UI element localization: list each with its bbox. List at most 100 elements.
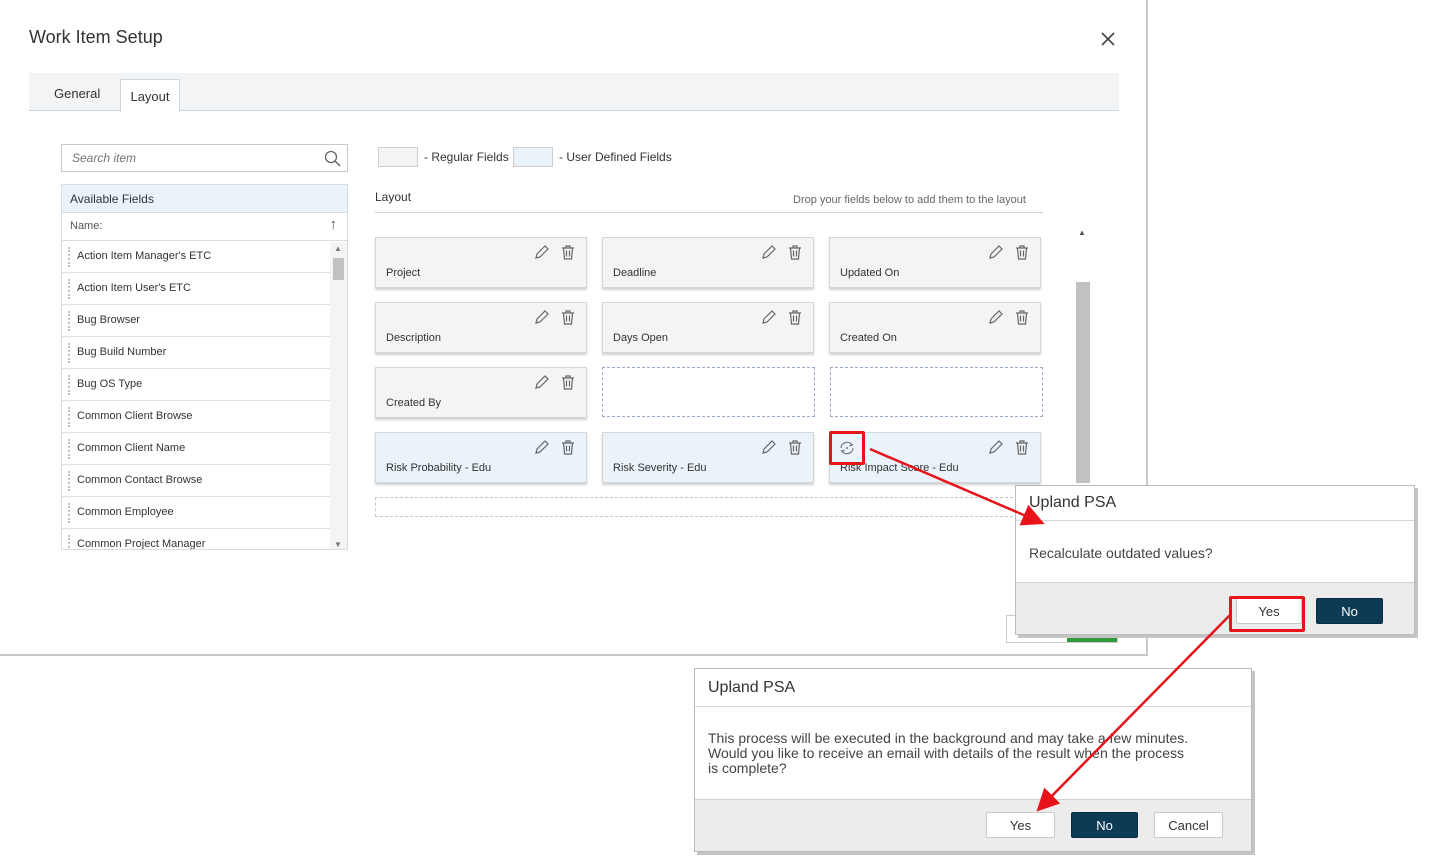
popup-title: Upland PSA bbox=[708, 679, 796, 696]
drag-handle-icon[interactable] bbox=[68, 247, 72, 267]
recalculate-popup: Upland PSA Recalculate outdated values? … bbox=[1015, 485, 1415, 635]
field-card[interactable]: Project bbox=[375, 237, 587, 288]
search-box bbox=[61, 144, 348, 172]
pencil-icon[interactable] bbox=[534, 309, 550, 325]
drag-handle-icon[interactable] bbox=[68, 311, 72, 331]
list-scrollbar[interactable]: ▲ ▼ bbox=[330, 242, 347, 549]
pencil-icon[interactable] bbox=[761, 244, 777, 260]
close-icon[interactable] bbox=[1098, 29, 1118, 49]
list-item[interactable]: Bug Build Number bbox=[62, 337, 330, 369]
trash-icon[interactable] bbox=[1014, 244, 1030, 260]
field-card[interactable]: Created By bbox=[375, 367, 587, 418]
trash-icon[interactable] bbox=[560, 244, 576, 260]
field-card[interactable]: Risk Severity - Edu bbox=[602, 432, 814, 483]
pencil-icon[interactable] bbox=[988, 309, 1004, 325]
drag-handle-icon[interactable] bbox=[68, 343, 72, 363]
regular-fields-legend: - Regular Fields bbox=[424, 150, 509, 164]
list-item[interactable]: Common Project Manager bbox=[62, 529, 330, 549]
trash-icon[interactable] bbox=[787, 439, 803, 455]
field-card-label: Updated On bbox=[840, 267, 900, 279]
field-card[interactable]: Description bbox=[375, 302, 587, 353]
drag-handle-icon[interactable] bbox=[68, 407, 72, 427]
scroll-thumb[interactable] bbox=[1076, 282, 1090, 483]
field-card[interactable]: Deadline bbox=[602, 237, 814, 288]
list-item[interactable]: Action Item User's ETC bbox=[62, 273, 330, 305]
name-column-label: Name: bbox=[70, 220, 103, 232]
layout-label: Layout bbox=[375, 190, 412, 204]
field-card[interactable]: Updated On bbox=[829, 237, 1041, 288]
list-item[interactable]: Common Employee bbox=[62, 497, 330, 529]
list-item[interactable]: Action Item Manager's ETC bbox=[62, 241, 330, 273]
name-column-header[interactable]: Name: ↑ bbox=[62, 213, 347, 241]
field-card-label: Created By bbox=[386, 397, 442, 409]
field-card-label: Risk Probability - Edu bbox=[386, 462, 492, 474]
trash-icon[interactable] bbox=[560, 439, 576, 455]
search-input[interactable] bbox=[62, 145, 302, 171]
field-card[interactable]: Risk Probability - Edu bbox=[375, 432, 587, 483]
popup-message-line: Would you like to receive an email with … bbox=[708, 745, 1184, 761]
scroll-up-icon[interactable]: ▲ bbox=[1078, 228, 1086, 237]
no-button[interactable]: No bbox=[1071, 812, 1138, 838]
empty-drop-slot[interactable] bbox=[830, 367, 1043, 417]
popup-title: Upland PSA bbox=[1029, 494, 1117, 511]
drag-handle-icon[interactable] bbox=[68, 535, 72, 549]
scroll-up-icon[interactable]: ▲ bbox=[334, 244, 342, 253]
pencil-icon[interactable] bbox=[534, 374, 550, 390]
field-card-label: Deadline bbox=[613, 267, 657, 279]
field-card-label: Days Open bbox=[613, 332, 669, 344]
new-row-drop-zone[interactable] bbox=[375, 497, 1043, 517]
tab-bar: General Layout bbox=[29, 73, 1119, 112]
available-fields-panel: Available Fields Name: ↑ Action Item Man… bbox=[61, 184, 348, 550]
cancel-button[interactable]: Cancel bbox=[1154, 812, 1223, 838]
pencil-icon[interactable] bbox=[988, 439, 1004, 455]
drag-handle-icon[interactable] bbox=[68, 279, 72, 299]
drag-handle-icon[interactable] bbox=[68, 375, 72, 395]
work-item-setup-dialog: Work Item Setup General Layout Available… bbox=[0, 0, 1148, 656]
dialog-title: Work Item Setup bbox=[29, 27, 163, 47]
trash-icon[interactable] bbox=[787, 244, 803, 260]
drag-handle-icon[interactable] bbox=[68, 471, 72, 491]
field-card[interactable]: Created On bbox=[829, 302, 1041, 353]
trash-icon[interactable] bbox=[1014, 309, 1030, 325]
field-card-label: Created On bbox=[840, 332, 897, 344]
list-item[interactable]: Common Client Browse bbox=[62, 401, 330, 433]
pencil-icon[interactable] bbox=[988, 244, 1004, 260]
layout-scrollbar[interactable]: ▲ bbox=[1076, 225, 1090, 483]
list-item[interactable]: Bug OS Type bbox=[62, 369, 330, 401]
pencil-icon[interactable] bbox=[534, 244, 550, 260]
pencil-icon[interactable] bbox=[761, 439, 777, 455]
empty-drop-slot[interactable] bbox=[602, 367, 815, 417]
available-fields-header: Available Fields bbox=[62, 185, 347, 213]
background-process-popup: Upland PSA This process will be executed… bbox=[694, 668, 1252, 852]
popup-message-line: is complete? bbox=[708, 760, 787, 776]
scroll-down-icon[interactable]: ▼ bbox=[334, 540, 342, 549]
list-item[interactable]: Common Contact Browse bbox=[62, 465, 330, 497]
drag-handle-icon[interactable] bbox=[68, 439, 72, 459]
field-card-label: Description bbox=[386, 332, 442, 344]
available-fields-list: Action Item Manager's ETC Action Item Us… bbox=[62, 241, 347, 549]
user-defined-fields-legend: - User Defined Fields bbox=[559, 150, 672, 164]
no-button[interactable]: No bbox=[1316, 598, 1383, 624]
user-defined-fields-swatch bbox=[513, 147, 553, 167]
popup-message: Recalculate outdated values? bbox=[1029, 545, 1213, 561]
trash-icon[interactable] bbox=[787, 309, 803, 325]
tab-general[interactable]: General bbox=[54, 86, 100, 101]
search-icon[interactable] bbox=[324, 150, 341, 167]
yes-button[interactable]: Yes bbox=[986, 812, 1055, 838]
field-card[interactable]: Days Open bbox=[602, 302, 814, 353]
trash-icon[interactable] bbox=[560, 309, 576, 325]
sort-arrow-icon[interactable]: ↑ bbox=[330, 216, 338, 233]
drag-handle-icon[interactable] bbox=[68, 503, 72, 523]
divider bbox=[1016, 520, 1414, 521]
list-item[interactable]: Common Client Name bbox=[62, 433, 330, 465]
list-item[interactable]: Bug Browser bbox=[62, 305, 330, 337]
divider bbox=[695, 706, 1251, 707]
field-card-label: Project bbox=[386, 267, 421, 279]
pencil-icon[interactable] bbox=[534, 439, 550, 455]
trash-icon[interactable] bbox=[1014, 439, 1030, 455]
scroll-thumb[interactable] bbox=[333, 258, 344, 280]
drop-hint: Drop your fields below to add them to th… bbox=[793, 194, 1026, 206]
pencil-icon[interactable] bbox=[761, 309, 777, 325]
tab-layout[interactable]: Layout bbox=[120, 79, 180, 112]
trash-icon[interactable] bbox=[560, 374, 576, 390]
